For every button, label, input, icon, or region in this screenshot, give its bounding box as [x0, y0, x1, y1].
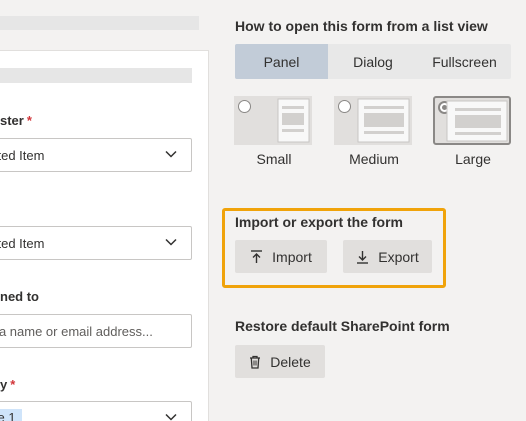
- import-button[interactable]: Import: [235, 240, 327, 273]
- field-label: y *: [0, 377, 15, 392]
- section-header-bar: [0, 68, 192, 83]
- size-option-medium[interactable]: Medium: [334, 96, 414, 167]
- large-panel-preview-icon: [446, 100, 508, 142]
- trash-icon: [250, 355, 261, 369]
- export-button[interactable]: Export: [343, 240, 432, 273]
- field-label: ned to: [0, 289, 39, 304]
- import-export-title: Import or export the form: [235, 214, 404, 230]
- open-mode-segmented-control: Panel Dialog Fullscreen: [235, 44, 511, 79]
- size-option-large[interactable]: Large: [433, 96, 513, 167]
- input-placeholder: r a name or email address...: [0, 324, 153, 339]
- required-mark: *: [26, 113, 32, 128]
- choice-tag: ce 1: [0, 409, 22, 421]
- choice-dropdown[interactable]: ce 1: [0, 401, 192, 421]
- required-mark: *: [10, 377, 16, 392]
- open-mode-panel-button[interactable]: Panel: [235, 44, 328, 79]
- medium-layout-thumbnail: [334, 96, 412, 145]
- dropdown-value: cted Item: [0, 236, 45, 251]
- field-label-text: ned to: [0, 289, 39, 304]
- import-button-label: Import: [272, 248, 312, 265]
- delete-button-label: Delete: [270, 353, 311, 370]
- small-panel-preview-icon: [277, 98, 310, 143]
- open-mode-dialog-button[interactable]: Dialog: [328, 44, 418, 79]
- lookup-dropdown[interactable]: cted Item: [0, 138, 192, 172]
- delete-button[interactable]: Delete: [235, 345, 325, 378]
- open-mode-fullscreen-button[interactable]: Fullscreen: [418, 44, 511, 79]
- size-label: Small: [256, 151, 292, 167]
- large-layout-thumbnail: [433, 96, 511, 145]
- dropdown-value: cted Item: [0, 148, 45, 163]
- open-mode-title: How to open this form from a list view: [235, 18, 488, 34]
- field-label: ster *: [0, 113, 32, 128]
- export-button-label: Export: [378, 248, 419, 265]
- download-icon: [357, 250, 369, 264]
- size-option-small[interactable]: Small: [234, 96, 314, 167]
- chevron-down-icon: [165, 238, 177, 246]
- field-label-text: y: [0, 377, 8, 392]
- medium-panel-preview-icon: [357, 98, 410, 143]
- settings-panel: How to open this form from a list view P…: [222, 0, 526, 421]
- lookup-dropdown-2[interactable]: cted Item: [0, 226, 192, 260]
- people-picker-input[interactable]: r a name or email address...: [0, 314, 192, 348]
- header-placeholder-bar: [0, 16, 199, 30]
- chevron-down-icon: [165, 413, 177, 421]
- small-layout-thumbnail: [234, 96, 312, 145]
- chevron-down-icon: [165, 150, 177, 158]
- size-label: Medium: [349, 151, 399, 167]
- size-label: Large: [455, 151, 491, 167]
- form-preview-area: ster* cted Item cted Item ned to r a nam…: [0, 0, 225, 421]
- field-label-text: ster: [0, 113, 24, 128]
- restore-title: Restore default SharePoint form: [235, 318, 450, 334]
- upload-icon: [251, 249, 263, 263]
